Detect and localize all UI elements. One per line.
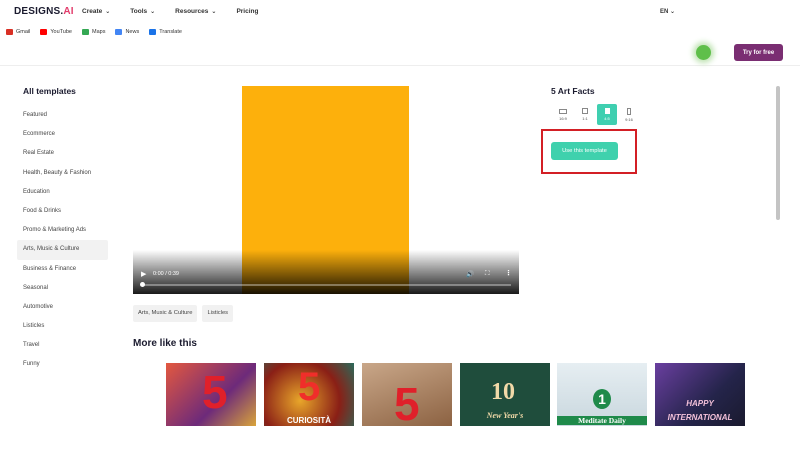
sidebar-item-food-drinks[interactable]: Food & Drinks	[17, 202, 108, 221]
translate-icon	[149, 29, 157, 35]
video-time: 0:00 / 0:39	[153, 271, 179, 277]
video-progress-knob[interactable]	[140, 282, 145, 287]
youtube-icon	[40, 29, 48, 35]
tag-arts-music-culture[interactable]: Arts, Music & Culture	[133, 305, 198, 322]
ratio-4-5[interactable]: 4:5	[597, 104, 617, 125]
sidebar-item-automotive[interactable]: Automotive	[17, 298, 108, 317]
bookmarks-bar: Gmail YouTube Maps News Translate	[0, 24, 800, 40]
landscape-icon	[559, 108, 567, 114]
main-menu: Create ⌄ Tools ⌄ Resources ⌄ Pricing	[82, 8, 258, 15]
thumb-number: 10	[491, 379, 515, 405]
video-controls-bar	[133, 250, 519, 294]
thumb-caption: CURIOSITÀ	[287, 416, 331, 425]
chevron-down-icon: ⌄	[150, 9, 156, 15]
more-like-this-title: More like this	[133, 338, 197, 349]
bookmark-maps[interactable]: Maps	[82, 29, 105, 35]
aspect-ratio-options: 16:9 1:1 4:5 9:16	[553, 104, 639, 125]
bookmark-news[interactable]: News	[115, 29, 139, 35]
ratio-16-9[interactable]: 16:9	[553, 104, 573, 125]
gmail-icon	[6, 29, 13, 35]
sidebar-item-funny[interactable]: Funny	[17, 355, 108, 374]
sidebar-item-featured[interactable]: Featured	[17, 106, 108, 125]
video-player[interactable]: ▶ 0:00 / 0:39 🔊 ⛶ ⋮	[133, 86, 519, 294]
thumb-number: 1	[593, 389, 611, 409]
thumb-card-1[interactable]: 5	[166, 363, 256, 426]
thumb-caption: New Year's	[486, 411, 524, 420]
top-nav	[0, 40, 800, 66]
chevron-down-icon: ⌄	[211, 9, 217, 15]
thumb-caption: Meditate Daily	[557, 416, 647, 425]
language-select[interactable]: EN ⌄	[660, 8, 675, 15]
play-icon[interactable]: ▶	[141, 270, 146, 278]
square-icon	[582, 108, 588, 114]
page-scrollbar-thumb[interactable]	[776, 86, 780, 220]
try-for-free-button[interactable]: Try for free	[734, 44, 783, 61]
video-progress-track[interactable]	[141, 284, 511, 286]
ratio-9-16[interactable]: 9:16	[619, 104, 639, 125]
sidebar-item-travel[interactable]: Travel	[17, 336, 108, 355]
sidebar-item-seasonal[interactable]: Seasonal	[17, 279, 108, 298]
sidebar-item-education[interactable]: Education	[17, 183, 108, 202]
template-title: 5 Art Facts	[551, 86, 595, 96]
bookmark-youtube[interactable]: YouTube	[40, 29, 72, 35]
sidebar-item-business-finance[interactable]: Business & Finance	[17, 260, 108, 279]
logo[interactable]: DESIGNS.AI	[14, 6, 74, 17]
thumb-number: 5	[202, 366, 228, 418]
thumb-caption: INTERNATIONAL	[667, 413, 733, 422]
thumb-caption: HAPPY	[686, 399, 714, 408]
maps-icon	[82, 29, 89, 35]
menu-pricing[interactable]: Pricing	[236, 8, 258, 15]
fullscreen-icon[interactable]: ⛶	[485, 270, 490, 278]
chevron-down-icon: ⌄	[105, 9, 111, 15]
sidebar-list: Featured Ecommerce Real Estate Health, B…	[17, 106, 108, 375]
thumb-card-6[interactable]: HAPPY INTERNATIONAL	[655, 363, 745, 426]
phone-icon	[627, 107, 631, 115]
thumb-number: 5	[394, 378, 420, 426]
avatar[interactable]	[696, 45, 711, 60]
more-options-icon[interactable]: ⋮	[505, 269, 512, 277]
thumb-card-2[interactable]: 5 CURIOSITÀ	[264, 363, 354, 426]
tag-listicles[interactable]: Listicles	[202, 305, 234, 322]
menu-tools[interactable]: Tools ⌄	[130, 8, 155, 15]
volume-icon[interactable]: 🔊	[466, 270, 474, 278]
sidebar-item-ecommerce[interactable]: Ecommerce	[17, 125, 108, 144]
thumb-card-3[interactable]: 5	[362, 363, 452, 426]
sidebar-title: All templates	[23, 86, 76, 96]
bookmark-gmail[interactable]: Gmail	[6, 29, 30, 35]
thumb-card-4[interactable]: 10 New Year's	[460, 363, 550, 426]
sidebar-item-health-beauty-fashion[interactable]: Health, Beauty & Fashion	[17, 164, 108, 183]
sidebar-item-promo-marketing[interactable]: Promo & Marketing Ads	[17, 221, 108, 240]
news-icon	[115, 29, 123, 35]
portrait-icon	[604, 108, 610, 114]
sidebar-item-arts-music-culture[interactable]: Arts, Music & Culture	[17, 240, 108, 260]
thumb-card-5[interactable]: 1 Meditate Daily	[557, 363, 647, 426]
template-tags: Arts, Music & Culture Listicles	[133, 305, 234, 322]
chevron-down-icon: ⌄	[670, 9, 676, 15]
bookmark-translate[interactable]: Translate	[149, 29, 182, 35]
menu-resources[interactable]: Resources ⌄	[175, 8, 216, 15]
menu-create[interactable]: Create ⌄	[82, 8, 110, 15]
ratio-1-1[interactable]: 1:1	[575, 104, 595, 125]
use-template-button[interactable]: Use this template	[551, 142, 618, 160]
sidebar-item-listicles[interactable]: Listicles	[17, 317, 108, 336]
sidebar-item-real-estate[interactable]: Real Estate	[17, 144, 108, 163]
thumb-number: 5	[298, 365, 321, 409]
